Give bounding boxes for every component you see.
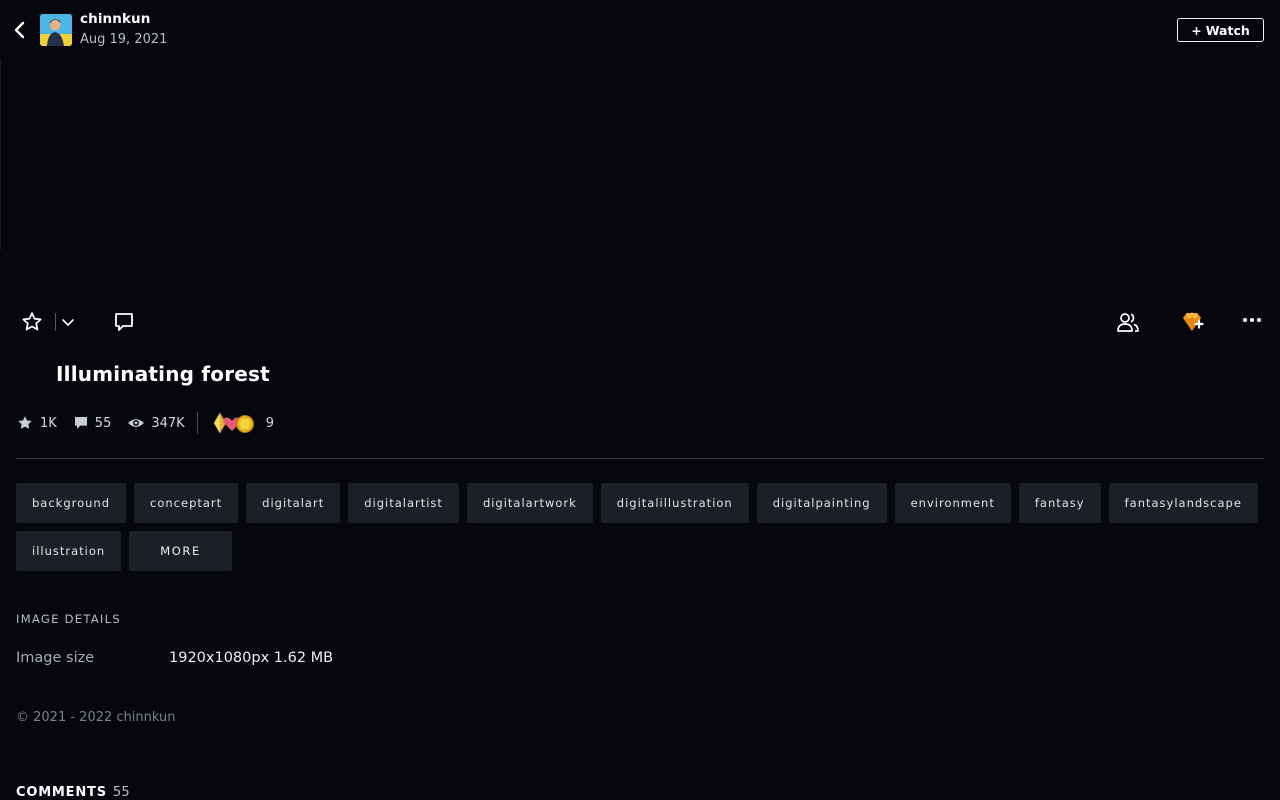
ellipsis-icon xyxy=(1243,318,1261,322)
tag[interactable]: digitalartwork xyxy=(466,483,593,523)
speech-bubble-icon xyxy=(115,313,133,331)
award-badges xyxy=(212,412,256,434)
chevron-down-icon xyxy=(62,319,74,326)
deviation-header: chinnkun Aug 19, 2021 + Watch xyxy=(0,0,1280,60)
eye-icon xyxy=(128,419,145,427)
back-button[interactable] xyxy=(10,20,30,40)
avatar[interactable] xyxy=(40,14,72,46)
comment-button[interactable] xyxy=(112,310,136,334)
deviation-page: chinnkun Aug 19, 2021 + Watch Illuminati… xyxy=(0,0,1280,800)
gem-gift-icon xyxy=(1183,312,1204,331)
comments-heading-count: 55 xyxy=(112,785,130,800)
copyright-notice: © 2021 - 2022 chinnkun xyxy=(16,710,176,725)
divider xyxy=(55,313,56,331)
tag[interactable]: illustration xyxy=(16,531,122,571)
comments-heading-label: Comments xyxy=(16,785,107,800)
favourite-button[interactable] xyxy=(20,310,44,334)
star-icon xyxy=(22,312,42,331)
speech-bubble-icon xyxy=(74,417,87,429)
divider xyxy=(196,412,198,434)
divider xyxy=(0,60,1,250)
tag-list: background conceptart digitalart digital… xyxy=(16,483,1264,571)
add-to-group-button[interactable] xyxy=(1116,310,1140,334)
image-size-label: Image size xyxy=(16,650,95,666)
tag[interactable]: digitalpainting xyxy=(756,483,887,523)
watch-button[interactable]: + Watch xyxy=(1177,18,1264,42)
star-icon xyxy=(18,416,32,429)
deviation-title: Illuminating forest xyxy=(56,362,270,386)
deviation-stats: 1K 55 347K 9 xyxy=(16,412,274,434)
tag[interactable]: background xyxy=(16,483,127,523)
comments-count: 55 xyxy=(94,415,112,431)
chevron-left-icon xyxy=(14,21,25,39)
favourites-stat[interactable]: 1K xyxy=(16,414,57,432)
awards-stat[interactable]: 9 xyxy=(212,412,274,434)
tag[interactable]: digitalartist xyxy=(348,483,459,523)
tag[interactable]: fantasy xyxy=(1018,483,1101,523)
image-size-value: 1920x1080px 1.62 MB xyxy=(169,650,334,666)
favourites-count: 1K xyxy=(40,415,57,431)
more-tags-button[interactable]: More xyxy=(129,531,232,571)
favourite-options-button[interactable] xyxy=(59,313,77,331)
give-award-button[interactable] xyxy=(1180,310,1204,334)
more-options-button[interactable] xyxy=(1240,310,1264,334)
plus-icon: + xyxy=(1191,22,1202,38)
tag[interactable]: fantasylandscape xyxy=(1108,483,1258,523)
comments-heading: Comments 55 xyxy=(16,785,130,800)
tag[interactable]: environment xyxy=(894,483,1011,523)
awards-count: 9 xyxy=(265,415,274,431)
comments-stat[interactable]: 55 xyxy=(73,415,112,431)
post-date: Aug 19, 2021 xyxy=(80,32,168,47)
tag[interactable]: digitalillustration xyxy=(600,483,749,523)
watch-label: Watch xyxy=(1205,22,1250,38)
tag[interactable]: conceptart xyxy=(134,483,239,523)
views-count: 347K xyxy=(151,415,185,431)
award-icons xyxy=(213,412,254,434)
people-icon xyxy=(1117,313,1139,332)
divider xyxy=(16,458,1264,459)
image-details-heading: Image details xyxy=(16,612,121,626)
author-name[interactable]: chinnkun xyxy=(80,11,150,27)
tag[interactable]: digitalart xyxy=(246,483,341,523)
views-stat: 347K xyxy=(127,414,185,432)
